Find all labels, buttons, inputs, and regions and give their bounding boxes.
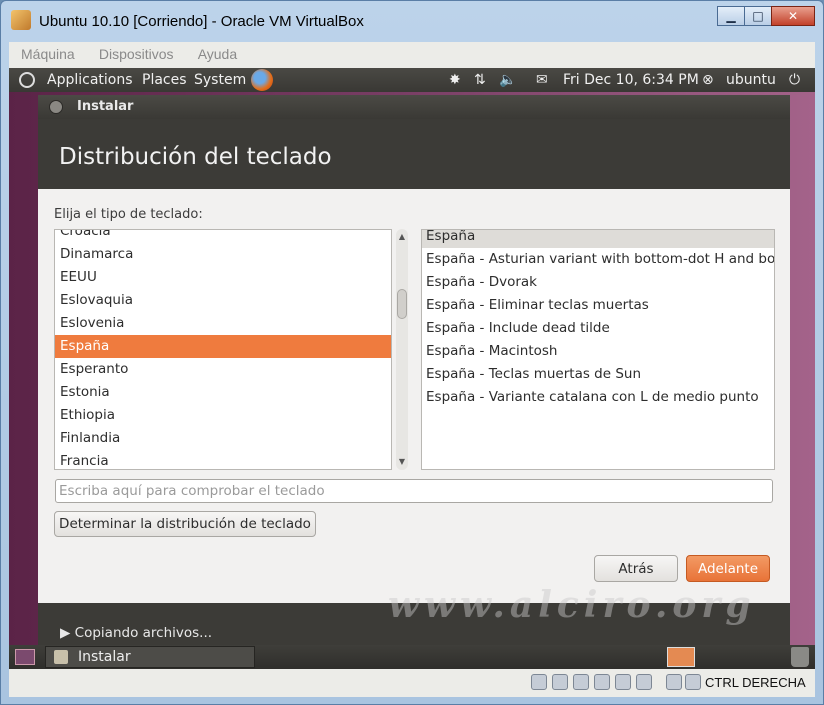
variant-item[interactable]: España - Macintosh [422, 340, 774, 363]
bug-icon[interactable]: ✸ [449, 72, 461, 88]
menu-dispositivos[interactable]: Dispositivos [87, 42, 182, 62]
network-adapter-icon[interactable] [594, 674, 610, 690]
volume-icon[interactable]: 🔈 [499, 72, 516, 88]
layout-item-dinamarca[interactable]: Dinamarca [55, 243, 391, 266]
taskbar-installer-button[interactable]: Instalar [45, 646, 255, 668]
page-title: Distribución del teclado [59, 144, 332, 170]
layout-item-francia[interactable]: Francia [55, 450, 391, 469]
layout-item-croacia[interactable]: Croacia [55, 230, 391, 243]
layout-item-finlandia[interactable]: Finlandia [55, 427, 391, 450]
mail-icon[interactable]: ✉ [536, 72, 548, 88]
clock[interactable]: Fri Dec 10, 6:34 PM [563, 72, 699, 88]
layout-item-eeuu[interactable]: EEUU [55, 266, 391, 289]
installer-window: Instalar Distribución del teclado Elija … [38, 95, 790, 648]
trash-icon[interactable] [791, 647, 809, 667]
layout-list[interactable]: Croacia Dinamarca EEUU Eslovaquia Eslove… [54, 229, 392, 470]
vbox-titlebar: Ubuntu 10.10 [Corriendo] - Oracle VM Vir… [1, 1, 823, 41]
installer-footer: www.alciro.org ▶ Copiando archivos... [38, 584, 790, 648]
variant-item[interactable]: España - Include dead tilde [422, 317, 774, 340]
usb-icon[interactable] [573, 674, 589, 690]
layout-item-espana-selected[interactable]: España [55, 335, 391, 358]
maximize-button[interactable]: □ [744, 6, 772, 26]
layout-list-scrollbar[interactable]: ▲ ▼ [396, 229, 408, 470]
scrollbar-thumb[interactable] [397, 289, 407, 319]
close-button[interactable]: ✕ [771, 6, 815, 26]
user-switch-icon[interactable]: ⊗ [702, 72, 714, 88]
layout-item-esperanto[interactable]: Esperanto [55, 358, 391, 381]
ubuntu-logo-icon [19, 72, 35, 88]
applications-menu[interactable]: Applications [47, 72, 133, 88]
layout-item-eslovaquia[interactable]: Eslovaquia [55, 289, 391, 312]
variant-item[interactable]: España - Teclas muertas de Sun [422, 363, 774, 386]
watermark: www.alciro.org [388, 584, 756, 626]
variant-item[interactable]: España - Asturian variant with bottom-do… [422, 248, 774, 271]
installer-task-icon [54, 650, 68, 664]
power-icon[interactable]: ⏻ [789, 72, 800, 88]
installer-titlebar: Instalar [38, 95, 790, 119]
installer-close-icon[interactable] [49, 100, 63, 114]
mouse-integration-icon[interactable] [685, 674, 701, 690]
scroll-down-icon[interactable]: ▼ [396, 456, 408, 468]
vbox-menubar: Máquina Dispositivos Ayuda [9, 42, 815, 68]
layout-prompt: Elija el tipo de teclado: [54, 207, 203, 222]
variant-item[interactable]: España - Eliminar teclas muertas [422, 294, 774, 317]
vbox-statusbar: CTRL DERECHA [9, 669, 815, 697]
back-button[interactable]: Atrás [594, 555, 678, 582]
taskbar-installer-label: Instalar [78, 649, 131, 665]
capture-icon[interactable] [666, 674, 682, 690]
variant-list[interactable]: España España - Asturian variant with bo… [421, 229, 775, 470]
minimize-button[interactable]: ▁ [717, 6, 745, 26]
firefox-launcher-icon[interactable] [251, 69, 273, 91]
gnome-bottom-panel: Instalar [9, 645, 815, 669]
copy-progress-expander[interactable]: ▶ Copiando archivos... [60, 625, 212, 641]
variant-item[interactable]: España - Variante catalana con L de medi… [422, 386, 774, 409]
layout-item-ethiopia[interactable]: Ethiopia [55, 404, 391, 427]
layout-item-estonia[interactable]: Estonia [55, 381, 391, 404]
variant-item-selected[interactable]: España [422, 230, 774, 248]
installer-header: Distribución del teclado [38, 119, 790, 189]
installer-title: Instalar [77, 99, 134, 114]
gnome-top-panel: Applications Places System ✸ ⇅ 🔈 ✉ Fri D… [9, 68, 815, 92]
vbox-window-title: Ubuntu 10.10 [Corriendo] - Oracle VM Vir… [39, 13, 364, 30]
show-desktop-icon[interactable] [15, 649, 35, 665]
virtualbox-app-icon [11, 10, 31, 30]
hard-disk-icon[interactable] [531, 674, 547, 690]
forward-button[interactable]: Adelante [686, 555, 770, 582]
keyboard-test-input[interactable] [55, 479, 773, 503]
network-icon[interactable]: ⇅ [474, 72, 486, 88]
layout-item-eslovenia[interactable]: Eslovenia [55, 312, 391, 335]
virtualbox-window: Ubuntu 10.10 [Corriendo] - Oracle VM Vir… [0, 0, 824, 705]
shared-folders-icon[interactable] [615, 674, 631, 690]
workspace-switcher[interactable] [667, 647, 695, 667]
scroll-up-icon[interactable]: ▲ [396, 231, 408, 243]
system-menu[interactable]: System [194, 72, 246, 88]
variant-item[interactable]: España - Dvorak [422, 271, 774, 294]
window-controls: ▁ □ ✕ [717, 6, 815, 26]
user-name[interactable]: ubuntu [726, 72, 776, 88]
host-key-label: CTRL DERECHA [705, 675, 806, 690]
guest-screen: Applications Places System ✸ ⇅ 🔈 ✉ Fri D… [9, 68, 815, 669]
display-icon[interactable] [636, 674, 652, 690]
detect-layout-button[interactable]: Determinar la distribución de teclado [54, 511, 316, 537]
places-menu[interactable]: Places [142, 72, 187, 88]
optical-drive-icon[interactable] [552, 674, 568, 690]
menu-maquina[interactable]: Máquina [9, 42, 83, 62]
menu-ayuda[interactable]: Ayuda [186, 42, 245, 62]
